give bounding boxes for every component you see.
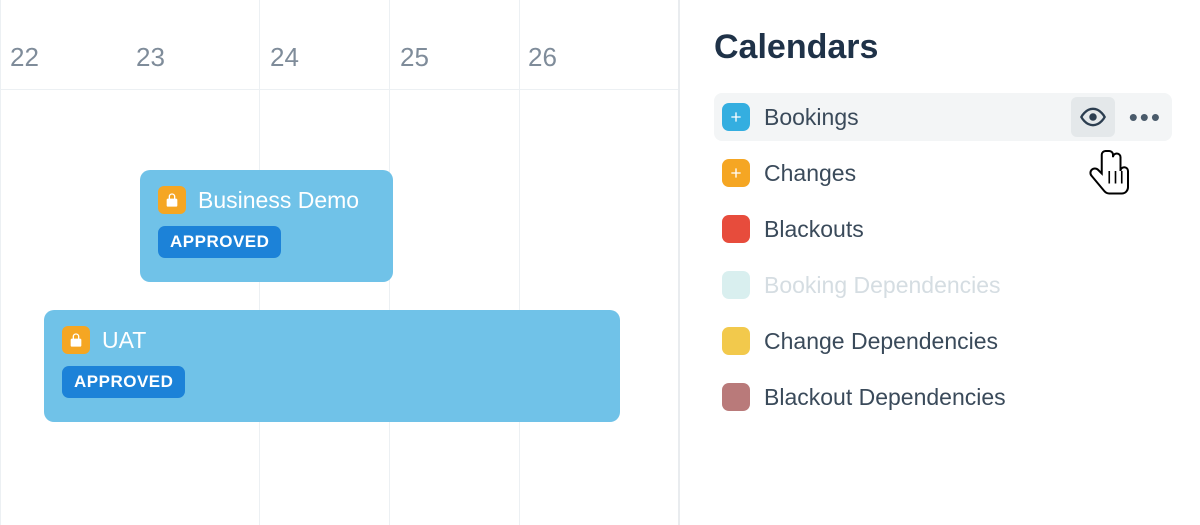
plus-icon	[722, 103, 750, 131]
day-number: 22	[10, 42, 39, 73]
calendar-item-booking-dependencies[interactable]: Booking Dependencies	[714, 261, 1172, 309]
calendar-item-bookings[interactable]: Bookings •••	[714, 93, 1172, 141]
day-column[interactable]	[390, 0, 520, 525]
color-swatch	[722, 383, 750, 411]
day-number: 24	[270, 42, 299, 73]
calendar-item-label: Blackout Dependencies	[764, 384, 1006, 411]
color-swatch	[722, 215, 750, 243]
calendar-item-label: Blackouts	[764, 216, 864, 243]
calendar-item-label: Change Dependencies	[764, 328, 998, 355]
calendar-item-blackouts[interactable]: Blackouts	[714, 205, 1172, 253]
lock-icon	[158, 186, 186, 214]
day-column[interactable]	[0, 0, 1, 525]
status-badge: APPROVED	[62, 366, 185, 398]
day-number: 25	[400, 42, 429, 73]
calendar-item-blackout-dependencies[interactable]: Blackout Dependencies	[714, 373, 1172, 421]
calendars-sidebar: Calendars Bookings •••	[680, 0, 1200, 525]
day-column[interactable]	[520, 0, 680, 525]
calendar-event[interactable]: Business Demo APPROVED	[140, 170, 393, 282]
color-swatch	[722, 327, 750, 355]
calendar-list: Bookings ••• Changes Blackouts	[714, 93, 1172, 421]
event-title: Business Demo	[198, 187, 359, 214]
calendar-item-changes[interactable]: Changes	[714, 149, 1172, 197]
calendar-item-change-dependencies[interactable]: Change Dependencies	[714, 317, 1172, 365]
calendar-item-label: Booking Dependencies	[764, 272, 1001, 299]
calendar-item-label: Bookings	[764, 104, 859, 131]
more-menu[interactable]: •••	[1125, 104, 1166, 130]
lock-icon	[62, 326, 90, 354]
day-number: 23	[136, 42, 165, 73]
status-badge: APPROVED	[158, 226, 281, 258]
calendar-item-label: Changes	[764, 160, 856, 187]
visibility-toggle[interactable]	[1071, 97, 1115, 137]
day-number: 26	[528, 42, 557, 73]
color-swatch	[722, 271, 750, 299]
event-title: UAT	[102, 327, 146, 354]
sidebar-title: Calendars	[714, 28, 1172, 67]
calendar-event[interactable]: UAT APPROVED	[44, 310, 620, 422]
plus-icon	[722, 159, 750, 187]
calendar-grid[interactable]: 22 23 24 25 26 Business Demo APPROVED UA…	[0, 0, 680, 525]
